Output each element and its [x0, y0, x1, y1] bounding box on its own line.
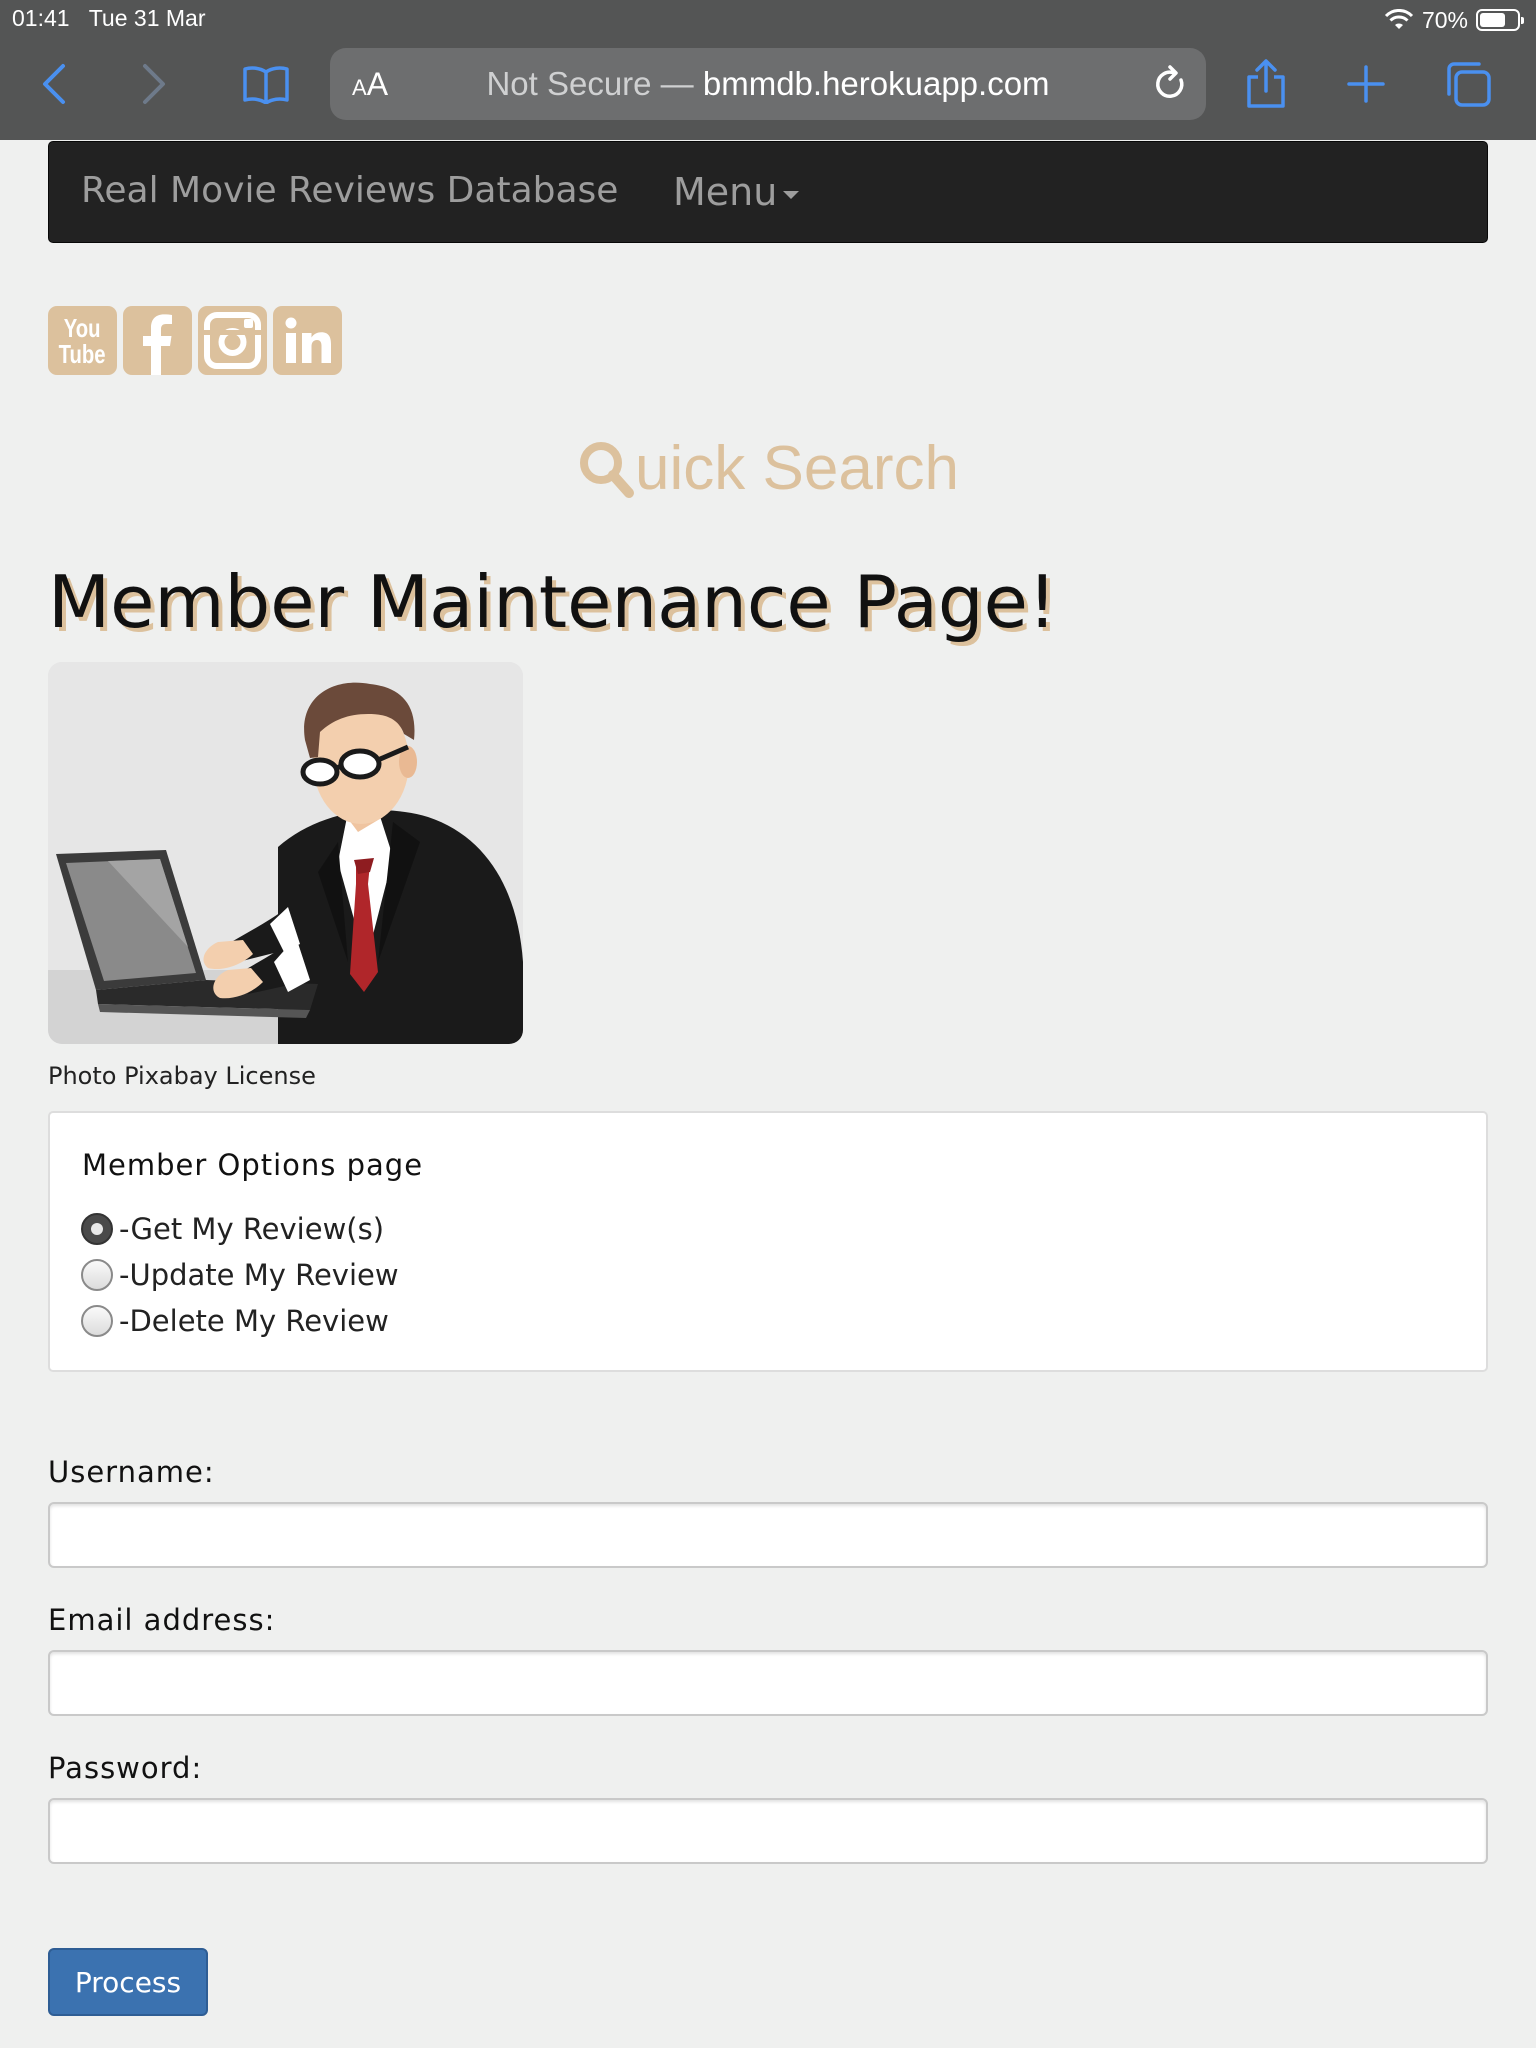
- wifi-icon: [1384, 9, 1414, 29]
- password-label: Password:: [48, 1751, 203, 1785]
- url-host: bmmdb.herokuapp.com: [702, 65, 1050, 102]
- linkedin-icon[interactable]: [273, 306, 342, 375]
- page-title: Member Maintenance Page!: [48, 560, 1057, 644]
- address-bar[interactable]: AA Not Secure — bmmdb.herokuapp.com: [330, 48, 1206, 120]
- reload-icon[interactable]: [1148, 62, 1192, 106]
- quick-search-label: uick Search: [635, 434, 959, 503]
- status-indicators: 70%: [1384, 4, 1524, 36]
- radio-update-review[interactable]: [81, 1259, 113, 1291]
- facebook-glyph: [143, 314, 172, 375]
- menu-dropdown-toggle[interactable]: Menu: [673, 170, 800, 214]
- magnifier-icon: [580, 441, 635, 498]
- email-input[interactable]: [48, 1650, 1488, 1716]
- youtube-text-bottom: Tube: [59, 338, 106, 369]
- quick-search-link[interactable]: uick Search: [0, 433, 1536, 515]
- photo-caption: Photo Pixabay License: [48, 1062, 316, 1090]
- option-update-review[interactable]: -Update My Review: [81, 1258, 399, 1292]
- status-time: 01:41 Tue 31 Mar: [12, 5, 206, 31]
- tabs-icon: [1447, 62, 1491, 107]
- browser-chrome: 01:41 Tue 31 Mar 70% AA Not Secure — bmm…: [0, 0, 1536, 140]
- option-label: -Delete My Review: [119, 1304, 389, 1338]
- email-label: Email address:: [48, 1603, 276, 1637]
- instagram-glyph: [204, 312, 261, 369]
- username-label: Username:: [48, 1455, 215, 1489]
- battery-icon: [1476, 9, 1524, 31]
- youtube-text-top: You: [64, 312, 101, 343]
- member-options-panel: Member Options page -Get My Review(s) -U…: [48, 1111, 1488, 1372]
- navbar-brand-link[interactable]: Real Movie Reviews Database: [81, 170, 618, 211]
- businessman-laptop-illustration: [48, 662, 523, 1044]
- password-input[interactable]: [48, 1798, 1488, 1864]
- radio-delete-review[interactable]: [81, 1305, 113, 1337]
- facebook-icon[interactable]: [123, 306, 192, 375]
- username-input[interactable]: [48, 1502, 1488, 1568]
- option-delete-review[interactable]: -Delete My Review: [81, 1304, 389, 1338]
- plus-icon: [1347, 65, 1385, 103]
- chevron-left-icon: [43, 64, 65, 104]
- option-get-reviews[interactable]: -Get My Review(s): [81, 1212, 384, 1246]
- share-icon: [1247, 59, 1285, 108]
- option-label: -Update My Review: [119, 1258, 399, 1292]
- bookmarks-button[interactable]: [234, 52, 298, 116]
- back-button[interactable]: [22, 52, 86, 116]
- menu-label: Menu: [673, 170, 778, 214]
- instagram-icon[interactable]: [198, 306, 267, 375]
- security-label: Not Secure —: [486, 65, 694, 102]
- battery-percentage: 70%: [1421, 6, 1468, 33]
- tabs-button[interactable]: [1436, 52, 1500, 116]
- youtube-icon[interactable]: You Tube: [48, 306, 117, 375]
- option-label: -Get My Review(s): [119, 1212, 385, 1246]
- url-display[interactable]: Not Secure — bmmdb.herokuapp.com: [330, 65, 1206, 103]
- process-button[interactable]: Process: [48, 1948, 208, 2016]
- site-navbar: Real Movie Reviews Database Menu: [48, 141, 1488, 243]
- social-links: You Tube: [48, 306, 342, 375]
- options-heading: Member Options page: [82, 1148, 424, 1182]
- forward-button[interactable]: [122, 52, 186, 116]
- share-button[interactable]: [1234, 52, 1298, 116]
- chevron-right-icon: [143, 64, 165, 104]
- radio-get-reviews[interactable]: [81, 1213, 113, 1245]
- new-tab-button[interactable]: [1334, 52, 1398, 116]
- linkedin-glyph: [285, 317, 331, 363]
- book-icon: [243, 66, 289, 104]
- caret-down-icon: [783, 190, 800, 199]
